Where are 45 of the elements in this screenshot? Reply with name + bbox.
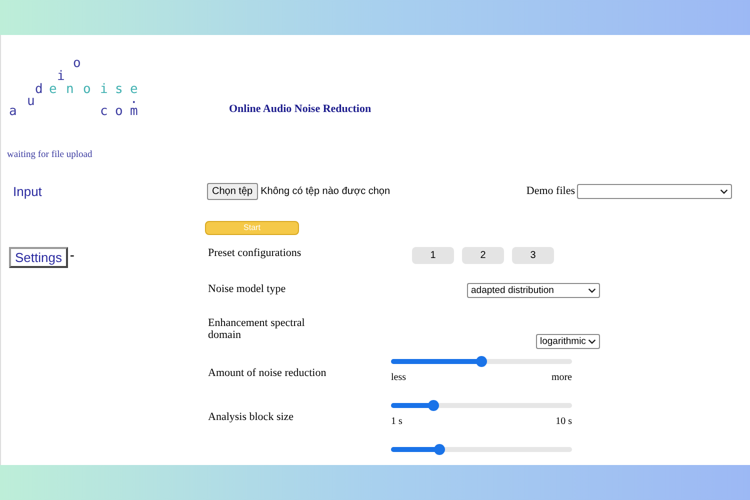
slider-track[interactable] — [391, 447, 572, 452]
slider-min-label: 1 s — [391, 416, 402, 427]
slider-max-label: 10 s — [556, 416, 572, 427]
slider-thumb[interactable] — [434, 444, 445, 455]
setting-label: Analysis block size — [208, 410, 295, 425]
preset-button[interactable]: 3 — [512, 247, 554, 264]
logo-letter: i — [57, 70, 65, 84]
demo-files-select[interactable] — [577, 184, 732, 198]
logo-letter: i — [100, 83, 108, 97]
preset-button[interactable]: 1 — [412, 247, 454, 264]
logo-letter: o — [83, 83, 91, 97]
logo-letter: e — [49, 83, 57, 97]
logo-letter: a — [9, 105, 17, 119]
file-status-text: Không có tệp nào được chọn — [260, 186, 390, 196]
slider-thumb[interactable] — [476, 356, 486, 367]
demo-files-label: Demo files — [526, 185, 575, 197]
logo-letter: m — [130, 105, 138, 119]
setting-label: Noise model type — [208, 283, 287, 297]
logo-letter: d — [35, 83, 43, 97]
status-text: waiting for file upload — [7, 150, 94, 160]
setting-label: Amount of noise reduction — [208, 366, 328, 381]
slider-track[interactable] — [391, 359, 572, 364]
logo-letter: s — [115, 83, 123, 97]
page-title: Online Audio Noise Reduction — [229, 103, 372, 115]
dropdown[interactable]: adapted distribution — [467, 283, 600, 298]
slider-min-label: less — [391, 372, 406, 383]
logo-letter: u — [27, 95, 35, 109]
input-heading: Input — [12, 184, 43, 198]
slider-track[interactable] — [391, 403, 572, 408]
settings-toggle[interactable]: Settings — [9, 247, 68, 268]
choose-file-button[interactable]: Chọn tệp — [207, 182, 258, 200]
logo-letter: o — [115, 105, 123, 119]
slider-max-label: more — [551, 372, 572, 383]
preset-button[interactable]: 2 — [462, 247, 504, 264]
caret-icon — [588, 339, 596, 344]
setting-label: Enhancement spectral domain — [208, 317, 306, 343]
caret-icon — [588, 288, 596, 293]
logo-letter: n — [66, 83, 74, 97]
logo-letter: o — [73, 57, 81, 71]
slider-thumb[interactable] — [428, 400, 440, 411]
logo-letter: c — [100, 105, 108, 119]
caret-icon — [720, 188, 728, 194]
setting-label: Preset configurations — [208, 247, 302, 261]
dropdown[interactable]: logarithmic — [536, 334, 600, 349]
collapse-toggle[interactable]: - — [70, 247, 74, 263]
